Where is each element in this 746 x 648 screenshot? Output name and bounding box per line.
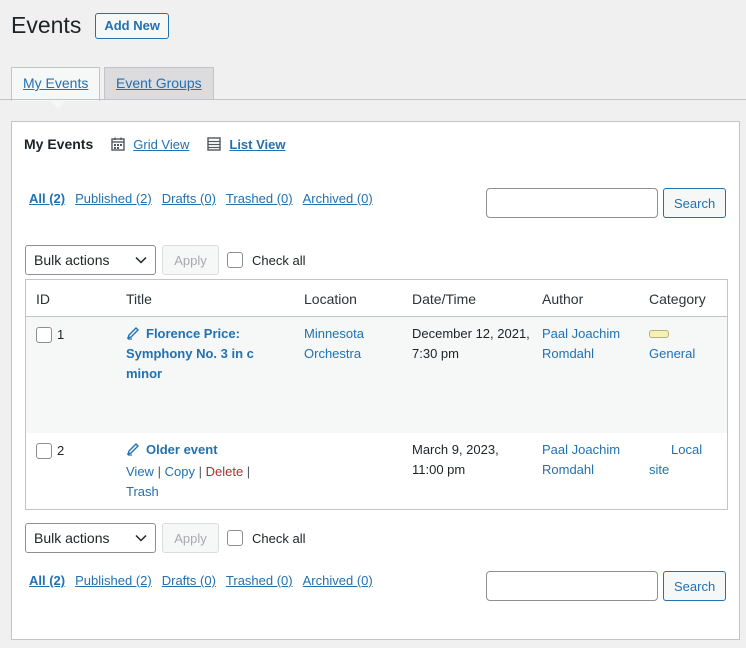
event-title-link[interactable]: Florence Price: Symphony No. 3 in c mino… [126,326,254,381]
list-view-label[interactable]: List View [229,137,285,152]
events-table: ID Title Location Date/Time Author Categ… [25,279,728,510]
col-location[interactable]: Location [304,291,357,307]
location-link[interactable]: Minnesota Orchestra [304,326,364,361]
category-color-swatch [649,330,669,338]
check-all-checkbox[interactable] [227,530,243,546]
trash-action[interactable]: Trash [126,484,159,499]
row-datetime: December 12, 2021, 7:30 pm [412,326,530,361]
row-id-cell: 2 [36,441,64,461]
filter-archived[interactable]: Archived (0) [303,191,373,206]
row-category: Local site [649,440,709,480]
row-id: 1 [57,327,65,342]
event-title-link[interactable]: Older event [146,442,218,457]
col-id[interactable]: ID [36,291,50,307]
filter-archived[interactable]: Archived (0) [303,573,373,588]
check-all-label: Check all [252,530,306,546]
calendar-icon [111,137,125,151]
check-all[interactable]: Check all [227,252,305,268]
page-title: Events [11,12,82,38]
events-panel: My Events Grid View List View All (2) Pu… [11,121,740,640]
grid-view-link[interactable]: Grid View [111,137,189,152]
bulk-actions-bottom: Bulk actions Apply Check all [25,523,305,553]
category-link[interactable]: General [649,346,695,361]
tab-my-events[interactable]: My Events [11,67,101,101]
bulk-actions-label: Bulk actions [34,530,110,546]
list-view-link[interactable]: List View [207,137,286,152]
search-box-bottom: Search [486,571,727,601]
list-icon [207,137,222,151]
row-author: Paal Joachim Romdahl [542,440,637,480]
check-all[interactable]: Check all [227,530,305,546]
row-checkbox[interactable] [36,327,52,343]
filter-published[interactable]: Published (2) [75,191,152,206]
grid-view-label[interactable]: Grid View [133,137,189,152]
search-button[interactable]: Search [663,188,727,218]
view-switcher: My Events Grid View List View [24,136,304,152]
page-header: Events Add New [11,12,169,39]
bulk-actions-select[interactable]: Bulk actions [25,245,156,275]
add-new-button[interactable]: Add New [95,12,169,39]
row-title-cell: Older event View | Copy | Delete | Trash [126,440,276,502]
category-link[interactable]: Local site [649,442,702,477]
check-all-label: Check all [252,252,306,268]
author-link[interactable]: Paal Joachim Romdahl [542,442,620,477]
col-title[interactable]: Title [126,291,152,307]
filter-all[interactable]: All (2) [29,191,65,206]
chevron-down-icon [135,256,147,264]
filter-published[interactable]: Published (2) [75,573,152,588]
pencil-icon [126,443,139,456]
check-all-checkbox[interactable] [227,252,243,268]
table-row: 1 Florence Price: Symphony No. 3 in c mi… [26,317,727,433]
bulk-actions-top: Bulk actions Apply Check all [25,245,305,275]
row-author: Paal Joachim Romdahl [542,324,637,364]
filter-all[interactable]: All (2) [29,573,65,588]
active-tab-caret [50,100,66,108]
filter-drafts[interactable]: Drafts (0) [162,191,216,206]
view-action[interactable]: View [126,464,154,479]
status-filters-bottom: All (2) Published (2) Drafts (0) Trashed… [29,573,383,588]
search-box-top: Search [486,188,727,218]
search-button[interactable]: Search [663,571,727,601]
search-input[interactable] [486,571,658,601]
copy-action[interactable]: Copy [165,464,195,479]
pencil-icon [126,327,139,340]
chevron-down-icon [135,534,147,542]
tabs-divider [0,99,746,100]
view-title: My Events [24,136,94,152]
row-datetime: March 9, 2023, 11:00 pm [412,442,499,477]
col-category[interactable]: Category [649,291,706,307]
bulk-actions-label: Bulk actions [34,252,110,268]
table-header: ID Title Location Date/Time Author Categ… [26,280,727,317]
tab-event-groups[interactable]: Event Groups [104,67,214,100]
row-actions: View | Copy | Delete | Trash [126,464,251,499]
apply-button[interactable]: Apply [162,245,219,275]
delete-action[interactable]: Delete [206,464,244,479]
search-input[interactable] [486,188,658,218]
apply-button[interactable]: Apply [162,523,219,553]
status-filters-top: All (2) Published (2) Drafts (0) Trashed… [29,191,383,206]
filter-trashed[interactable]: Trashed (0) [226,573,293,588]
col-author[interactable]: Author [542,291,583,307]
filter-drafts[interactable]: Drafts (0) [162,573,216,588]
col-datetime[interactable]: Date/Time [412,291,476,307]
row-location: Minnesota Orchestra [304,324,394,364]
filter-trashed[interactable]: Trashed (0) [226,191,293,206]
table-row: 2 Older event View | Copy | Delete | Tra… [26,433,727,509]
row-checkbox[interactable] [36,443,52,459]
row-category: General [649,324,724,364]
bulk-actions-select[interactable]: Bulk actions [25,523,156,553]
row-id-cell: 1 [36,325,64,345]
row-id: 2 [57,443,65,458]
row-title-cell: Florence Price: Symphony No. 3 in c mino… [126,324,276,384]
author-link[interactable]: Paal Joachim Romdahl [542,326,620,361]
